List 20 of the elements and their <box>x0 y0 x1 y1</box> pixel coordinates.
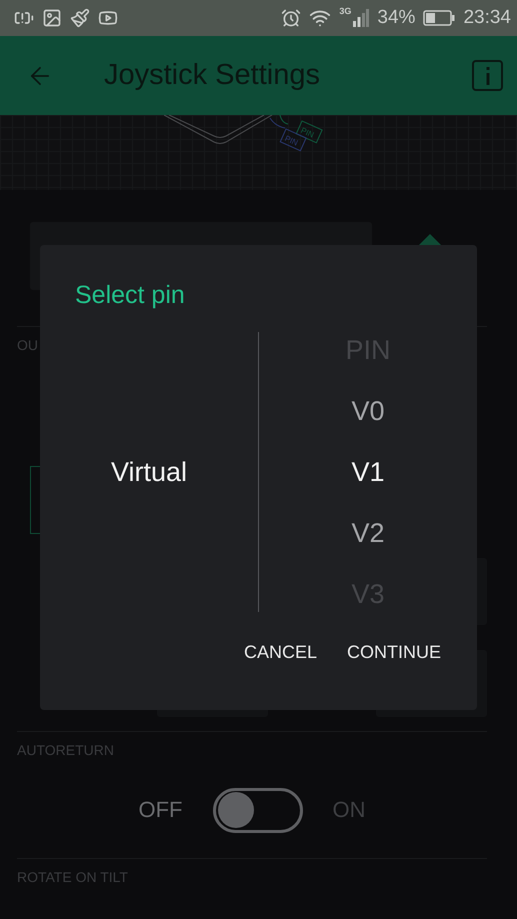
network-type: 3G <box>339 6 352 16</box>
brush-icon <box>70 8 90 28</box>
image-icon <box>42 8 62 28</box>
info-button[interactable] <box>472 60 503 91</box>
picker-option[interactable]: V0 <box>351 394 385 428</box>
picker-option[interactable]: V2 <box>351 516 385 550</box>
dialog-title: Select pin <box>75 281 185 310</box>
autoreturn-toggle[interactable] <box>212 788 302 832</box>
clock: 23:34 <box>463 7 511 29</box>
off-label: OFF <box>138 797 182 823</box>
picker-option[interactable]: Virtual <box>110 455 188 489</box>
cancel-button[interactable]: CANCEL <box>242 638 319 667</box>
battery-icon <box>423 10 456 26</box>
picker-option[interactable]: V1 <box>351 455 385 489</box>
joystick-drawing: PIN PIN <box>164 115 354 160</box>
battery-percent: 34% <box>377 7 416 29</box>
alarm-icon <box>281 8 302 28</box>
continue-button[interactable]: CONTINUE <box>345 638 443 667</box>
signal-icon <box>353 9 370 27</box>
info-icon <box>486 66 490 84</box>
